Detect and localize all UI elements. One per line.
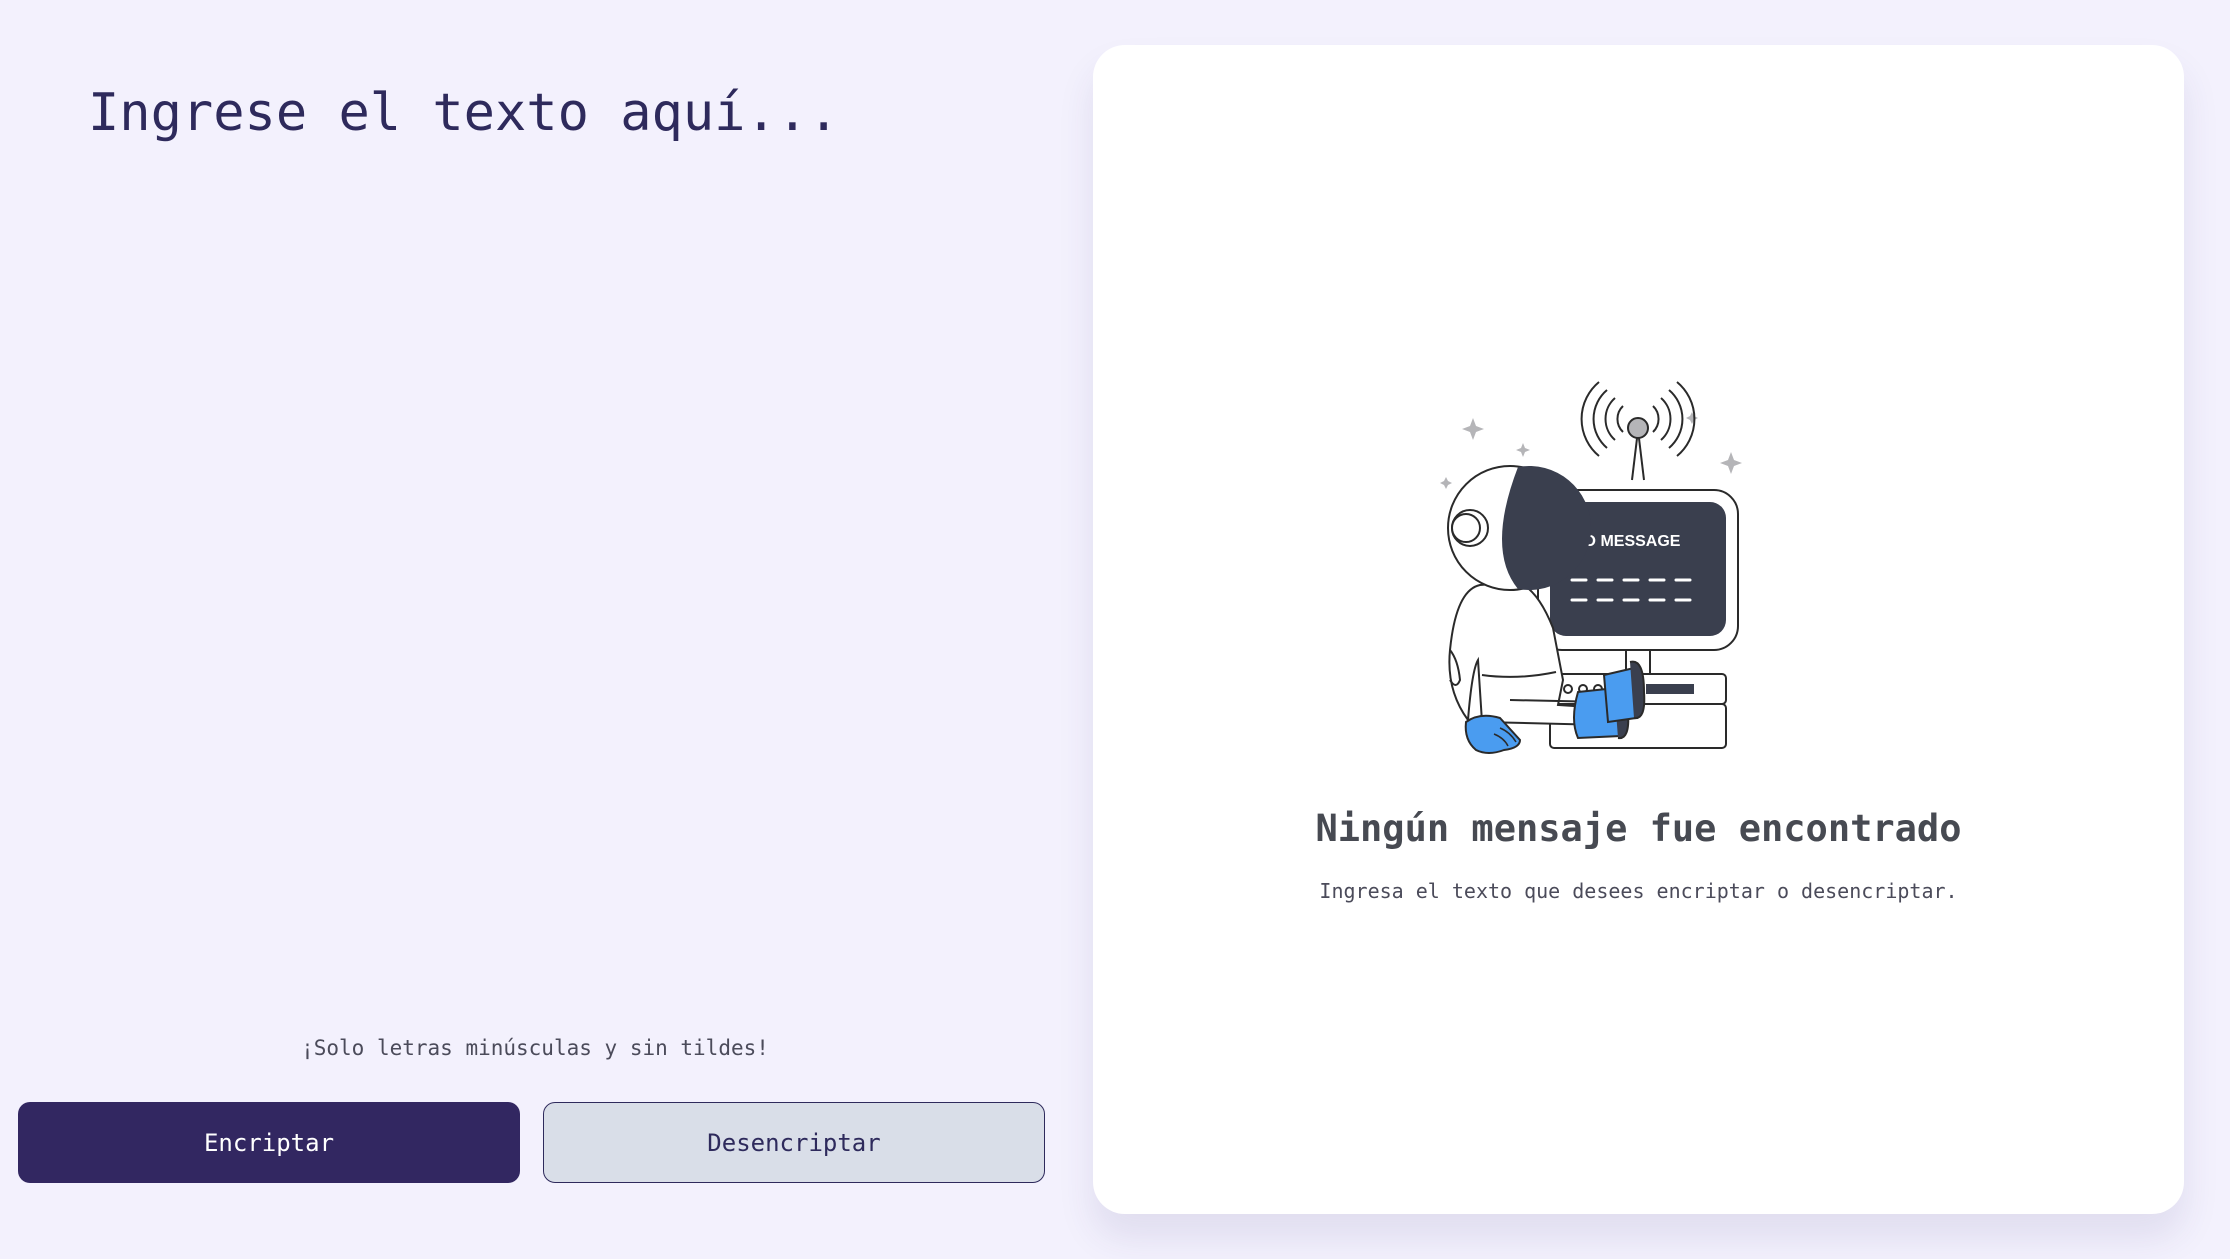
hint-text: ¡Solo letras minúsculas y sin tildes!	[301, 1036, 769, 1060]
astronaut-no-message-illustration: NO MESSAGE	[1440, 381, 1742, 754]
output-card: NO MESSAGE Ningún mensaje fue encontrado…	[1093, 45, 2184, 1214]
empty-state-subtitle: Ingresa el texto que desees encriptar o …	[1319, 879, 1958, 903]
input-panel: ¡Solo letras minúsculas y sin tildes! En…	[0, 0, 1070, 1259]
empty-state-title: Ningún mensaje fue encontrado	[1315, 807, 1962, 850]
text-input[interactable]	[88, 80, 1048, 980]
hint-row: ¡Solo letras minúsculas y sin tildes!	[0, 1036, 1070, 1060]
encrypt-button[interactable]: Encriptar	[18, 1102, 520, 1183]
decrypt-button[interactable]: Desencriptar	[543, 1102, 1045, 1183]
